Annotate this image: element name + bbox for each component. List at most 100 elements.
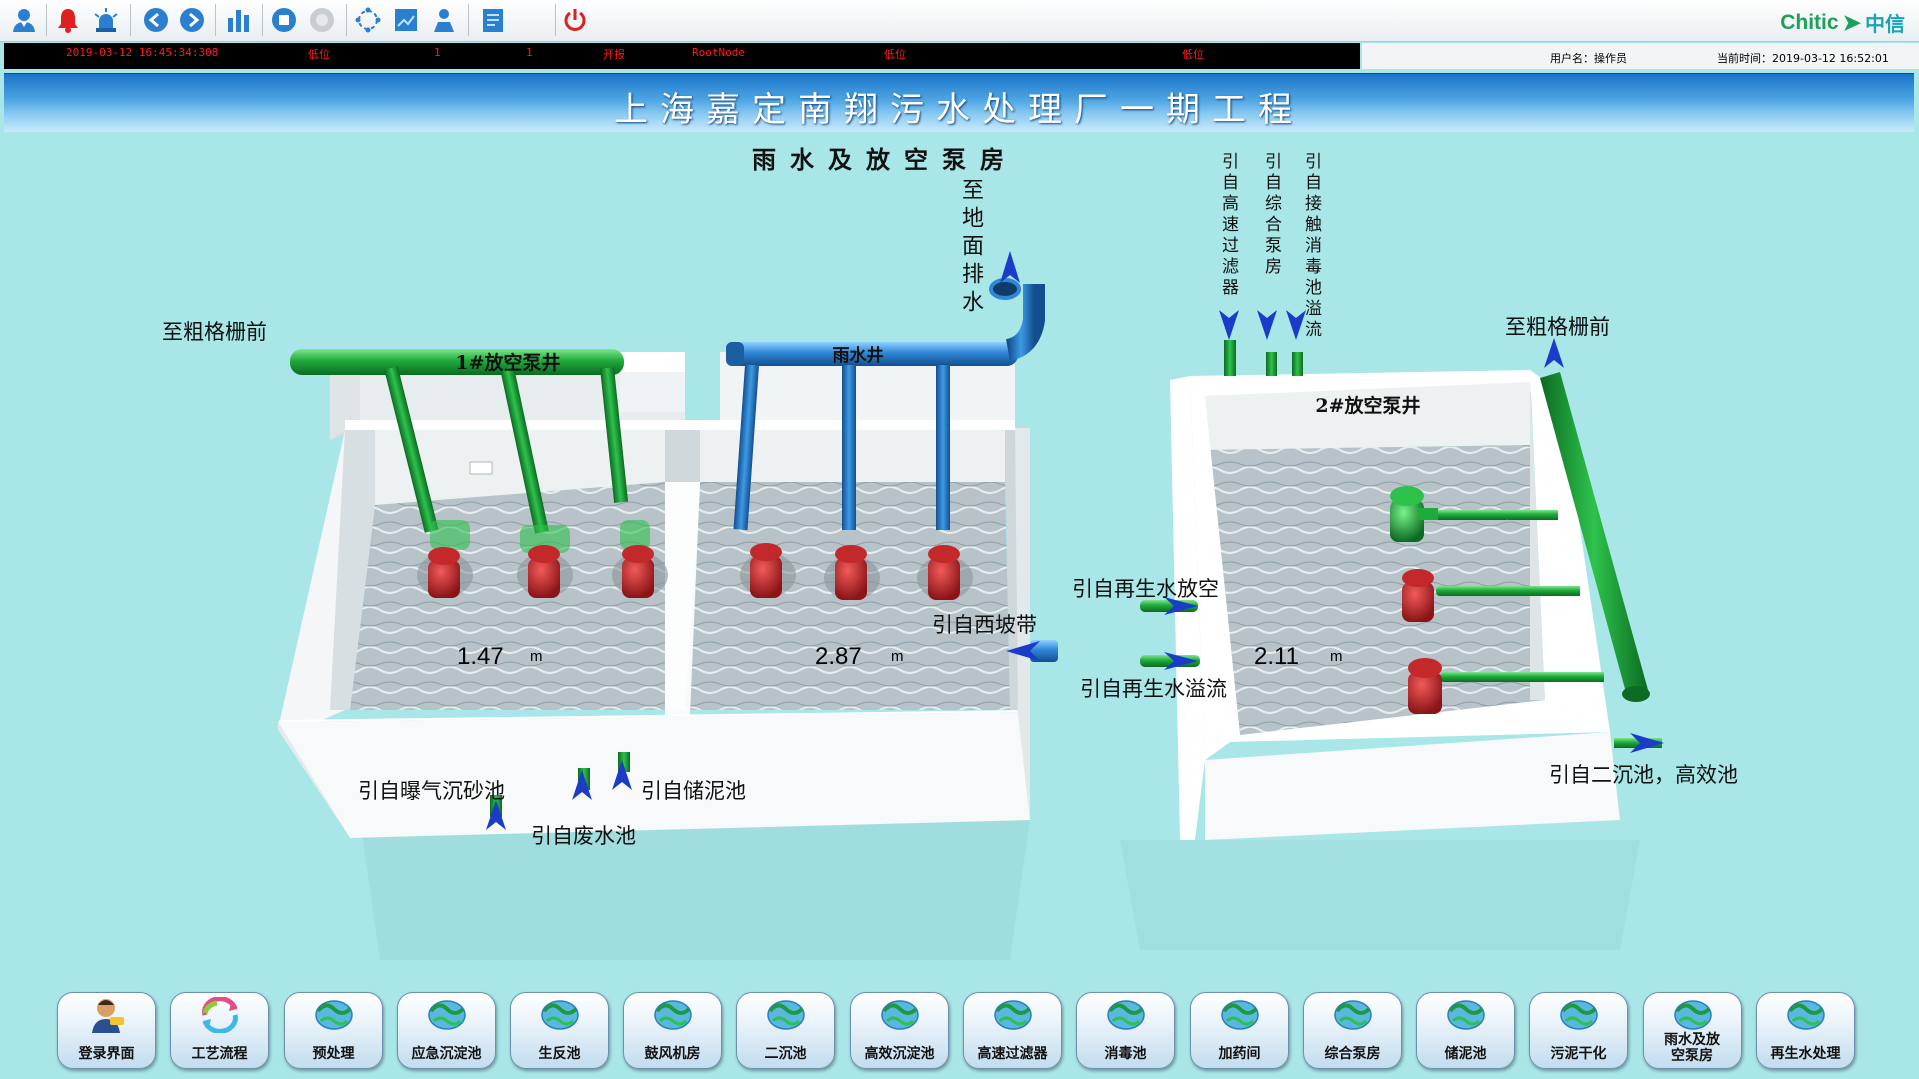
nav-button-8[interactable]: 高速过滤器 [963,992,1062,1069]
operator-icon[interactable] [428,4,460,36]
label-from-reclaimed-overflow: 引自再生水溢流 [1080,677,1227,701]
alarm-time: 2019-03-12 16:45:34:308 [66,46,219,59]
nav-button-label: 登录界面 [78,1046,135,1062]
nav-button-label: 高效沉淀池 [864,1046,935,1062]
user-icon[interactable] [8,4,40,36]
nav-button-12[interactable]: 储泥池 [1416,992,1515,1069]
power-icon[interactable] [559,4,591,36]
disabled-icon[interactable] [306,4,338,36]
globe-icon [311,997,357,1033]
alarm-bell-icon[interactable] [52,4,84,36]
bar-chart-icon[interactable] [223,4,255,36]
nav-button-label: 污泥干化 [1550,1046,1607,1062]
alarm-col4: 1 [526,46,533,59]
nav-button-label: 综合泵房 [1324,1046,1381,1062]
label-to-coarse-screen-left: 至粗格栅前 [162,320,267,344]
nav-button-5[interactable]: 鼓风机房 [623,992,722,1069]
alarm-light-icon[interactable] [90,4,122,36]
label-from-sludge-storage: 引自储泥池 [641,779,746,803]
globe-icon [1330,997,1376,1033]
chitic-logo: Chitic ➤ 中信 [1780,9,1905,37]
pump-2-3 [1408,658,1442,714]
forward-icon[interactable] [176,4,208,36]
alarm-col3: 1 [434,46,441,59]
label-to-surface-drain: 至地面排水 [958,178,983,318]
well2-level-unit: m [1330,648,1343,665]
toolbar: Chitic ➤ 中信 [0,0,1919,42]
nav-button-label: 消毒池 [1104,1046,1147,1062]
globe-icon [1443,997,1489,1033]
user-name: 用户名：操作员 [1550,52,1627,65]
label-from-aerated-grit: 引自曝气沉砂池 [358,779,505,803]
nav-button-label: 应急沉淀池 [411,1046,482,1062]
alarm-type: 低位 [308,48,330,61]
nav-button-10[interactable]: 加药间 [1190,992,1289,1069]
alarm-node: RootNode [692,46,745,59]
app-title: 上海嘉定南翔污水处理厂一期工程 [614,90,1304,130]
nav-button-4[interactable]: 生反池 [510,992,609,1069]
well1-level-unit: m [530,648,543,665]
alarm-level2: 低位 [1182,48,1204,61]
nav-button-label: 预处理 [312,1046,355,1062]
well2-level: 2.11 [1254,643,1299,670]
nav-button-label: 工艺流程 [191,1046,248,1062]
nav-button-label: 再生水处理 [1770,1046,1841,1062]
nav-button-3[interactable]: 应急沉淀池 [397,992,496,1069]
nav-button-15[interactable]: 再生水处理 [1756,992,1855,1069]
label-from-combined-pump: 引自综合泵房 [1261,152,1281,278]
process-flow-icon [197,996,243,1034]
label-from-high-speed-filter: 引自高速过滤器 [1218,152,1238,299]
nav-button-0[interactable]: 登录界面 [57,992,156,1069]
nav-button-label: 加药间 [1218,1046,1261,1062]
label-from-contact-disinfection: 引自接触消毒池溢流 [1301,152,1321,341]
label-from-xipo-belt: 引自西坡带 [932,613,1037,637]
nav-button-1[interactable]: 工艺流程 [170,992,269,1069]
label-from-wastewater: 引自废水池 [531,824,636,848]
rain-well-label: 雨水井 [833,345,884,366]
blueprint-icon[interactable] [390,4,422,36]
globe-icon [650,997,696,1033]
nav-button-label: 鼓风机房 [644,1046,701,1062]
nav-button-label: 储泥池 [1444,1046,1487,1062]
nav-button-6[interactable]: 二沉池 [736,992,835,1069]
globe-icon [1103,997,1149,1033]
alarm-state: 开报 [603,48,625,61]
pump-2-2 [1402,569,1434,622]
nav-button-14[interactable]: 雨水及放空泵房 [1643,992,1742,1069]
alarm-level1: 低位 [884,48,906,61]
globe-icon [537,997,583,1033]
bottom-nav: 登录界面 工艺流程 预处理 应急沉淀池 生反池 鼓风机房 二沉池 高效沉淀池 高速过滤器 消毒池 加… [0,985,1919,1079]
nav-button-13[interactable]: 污泥干化 [1529,992,1628,1069]
nav-button-label: 雨水及放空泵房 [1664,1032,1720,1064]
rain-well-level: 2.87 [815,643,862,670]
globe-icon [1217,997,1263,1033]
title-bar: 上海嘉定南翔污水处理厂一期工程 [4,73,1914,132]
stop-icon[interactable] [268,4,300,36]
well1-level: 1.47 [457,643,504,670]
back-icon[interactable] [140,4,172,36]
globe-icon [990,997,1036,1033]
network-icon[interactable] [352,4,384,36]
nav-button-7[interactable]: 高效沉淀池 [850,992,949,1069]
current-time: 当前时间：2019-03-12 16:52:01 [1717,52,1889,65]
nav-button-2[interactable]: 预处理 [284,992,383,1069]
nav-button-9[interactable]: 消毒池 [1076,992,1175,1069]
status-bar: 用户名：操作员 当前时间：2019-03-12 16:52:01 [1362,43,1919,69]
rain-well-level-unit: m [891,648,904,665]
nav-button-label: 二沉池 [764,1046,807,1062]
globe-icon [877,997,923,1033]
label-from-reclaimed-vent: 引自再生水放空 [1072,577,1219,601]
label-to-coarse-screen-right: 至粗格栅前 [1505,315,1610,339]
document-icon[interactable] [477,4,509,36]
globe-icon [1556,997,1602,1033]
globe-icon [1783,997,1829,1033]
alarm-bar[interactable]: 2019-03-12 16:45:34:308 低位 1 1 开报 RootNo… [4,43,1360,69]
globe-icon [763,997,809,1033]
well1-label: 1#放空泵井 [455,351,560,374]
login-icon [84,997,130,1033]
label-from-secondary-clarifier: 引自二沉池，高效池 [1549,763,1738,787]
globe-icon [424,997,470,1033]
globe-icon [1670,997,1716,1033]
well2-label: 2#放空泵井 [1315,394,1420,417]
nav-button-11[interactable]: 综合泵房 [1303,992,1402,1069]
